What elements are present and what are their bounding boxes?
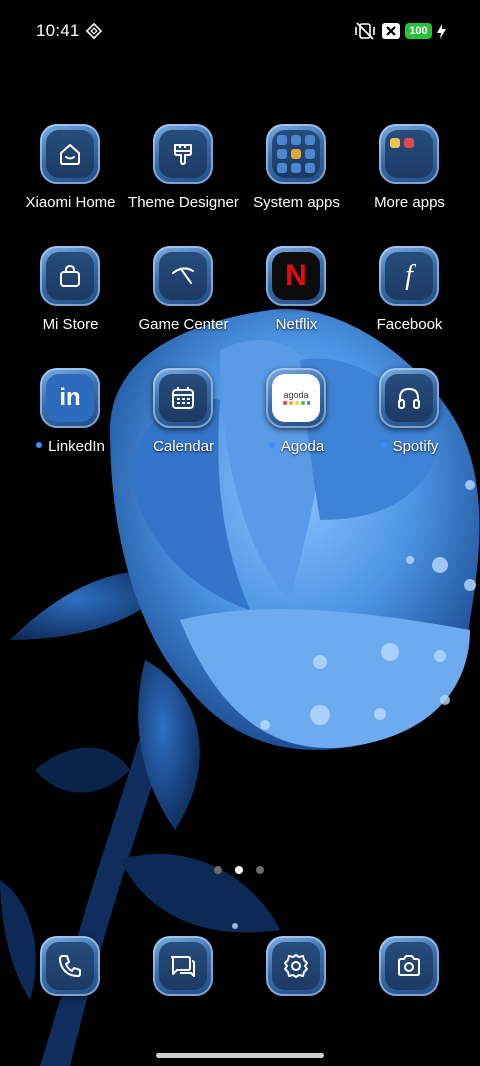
page-dot[interactable] xyxy=(214,866,222,874)
dock-settings[interactable] xyxy=(266,936,326,996)
agoda-icon: agoda xyxy=(266,368,326,428)
folder-icon xyxy=(379,124,439,184)
home-gesture-bar[interactable] xyxy=(156,1053,324,1058)
app-calendar[interactable]: Calendar xyxy=(127,368,240,478)
page-dot[interactable] xyxy=(256,866,264,874)
app-game-center[interactable]: Game Center xyxy=(127,246,240,356)
app-label-text: Spotify xyxy=(392,438,439,455)
phone-icon xyxy=(40,936,100,996)
netflix-logo: N xyxy=(285,259,307,292)
clock: 10:41 xyxy=(36,21,80,40)
netflix-icon: N xyxy=(266,246,326,306)
paintbrush-icon xyxy=(153,124,213,184)
facebook-icon: f xyxy=(379,246,439,306)
linkedin-logo: in xyxy=(59,384,81,411)
app-label: More apps xyxy=(374,194,445,211)
house-icon xyxy=(40,124,100,184)
app-spotify[interactable]: Spotify xyxy=(353,368,466,478)
new-badge xyxy=(36,442,43,449)
battery-indicator: 100 xyxy=(405,23,432,39)
dock-phone[interactable] xyxy=(40,936,100,996)
dock-camera[interactable] xyxy=(379,936,439,996)
app-mi-store[interactable]: Mi Store xyxy=(14,246,127,356)
linkedin-icon: in xyxy=(40,368,100,428)
agoda-logo-text: agoda xyxy=(283,390,309,400)
app-label: Spotify xyxy=(343,438,476,455)
charging-icon xyxy=(437,24,446,39)
app-label-text: LinkedIn xyxy=(48,438,105,455)
app-agoda[interactable]: agoda Agoda xyxy=(240,368,353,478)
notification-icon xyxy=(85,22,103,40)
calendar-icon xyxy=(153,368,213,428)
camera-icon xyxy=(379,936,439,996)
folder-system-apps[interactable]: System apps xyxy=(240,124,353,234)
message-icon xyxy=(153,936,213,996)
agoda-dots xyxy=(283,401,310,405)
new-badge xyxy=(268,442,275,449)
app-facebook[interactable]: f Facebook xyxy=(353,246,466,356)
app-xiaomi-home[interactable]: Xiaomi Home xyxy=(14,124,127,234)
no-sim-icon xyxy=(382,23,400,39)
folder-more-apps[interactable]: More apps xyxy=(353,124,466,234)
folder-icon xyxy=(266,124,326,184)
status-bar: 10:41 100 xyxy=(0,0,480,62)
new-badge xyxy=(380,442,387,449)
facebook-logo: f xyxy=(405,260,413,291)
vibrate-off-icon xyxy=(355,22,375,40)
app-netflix[interactable]: N Netflix xyxy=(240,246,353,356)
page-dot-active[interactable] xyxy=(235,866,243,874)
app-label: Facebook xyxy=(376,316,443,333)
shopping-bag-icon xyxy=(40,246,100,306)
headphones-icon xyxy=(379,368,439,428)
app-label-text: Agoda xyxy=(280,438,325,455)
app-theme-designer[interactable]: Theme Designer xyxy=(127,124,240,234)
app-linkedin[interactable]: in LinkedIn xyxy=(14,368,127,478)
dock-messages[interactable] xyxy=(153,936,213,996)
gear-icon xyxy=(266,936,326,996)
game-center-icon xyxy=(153,246,213,306)
